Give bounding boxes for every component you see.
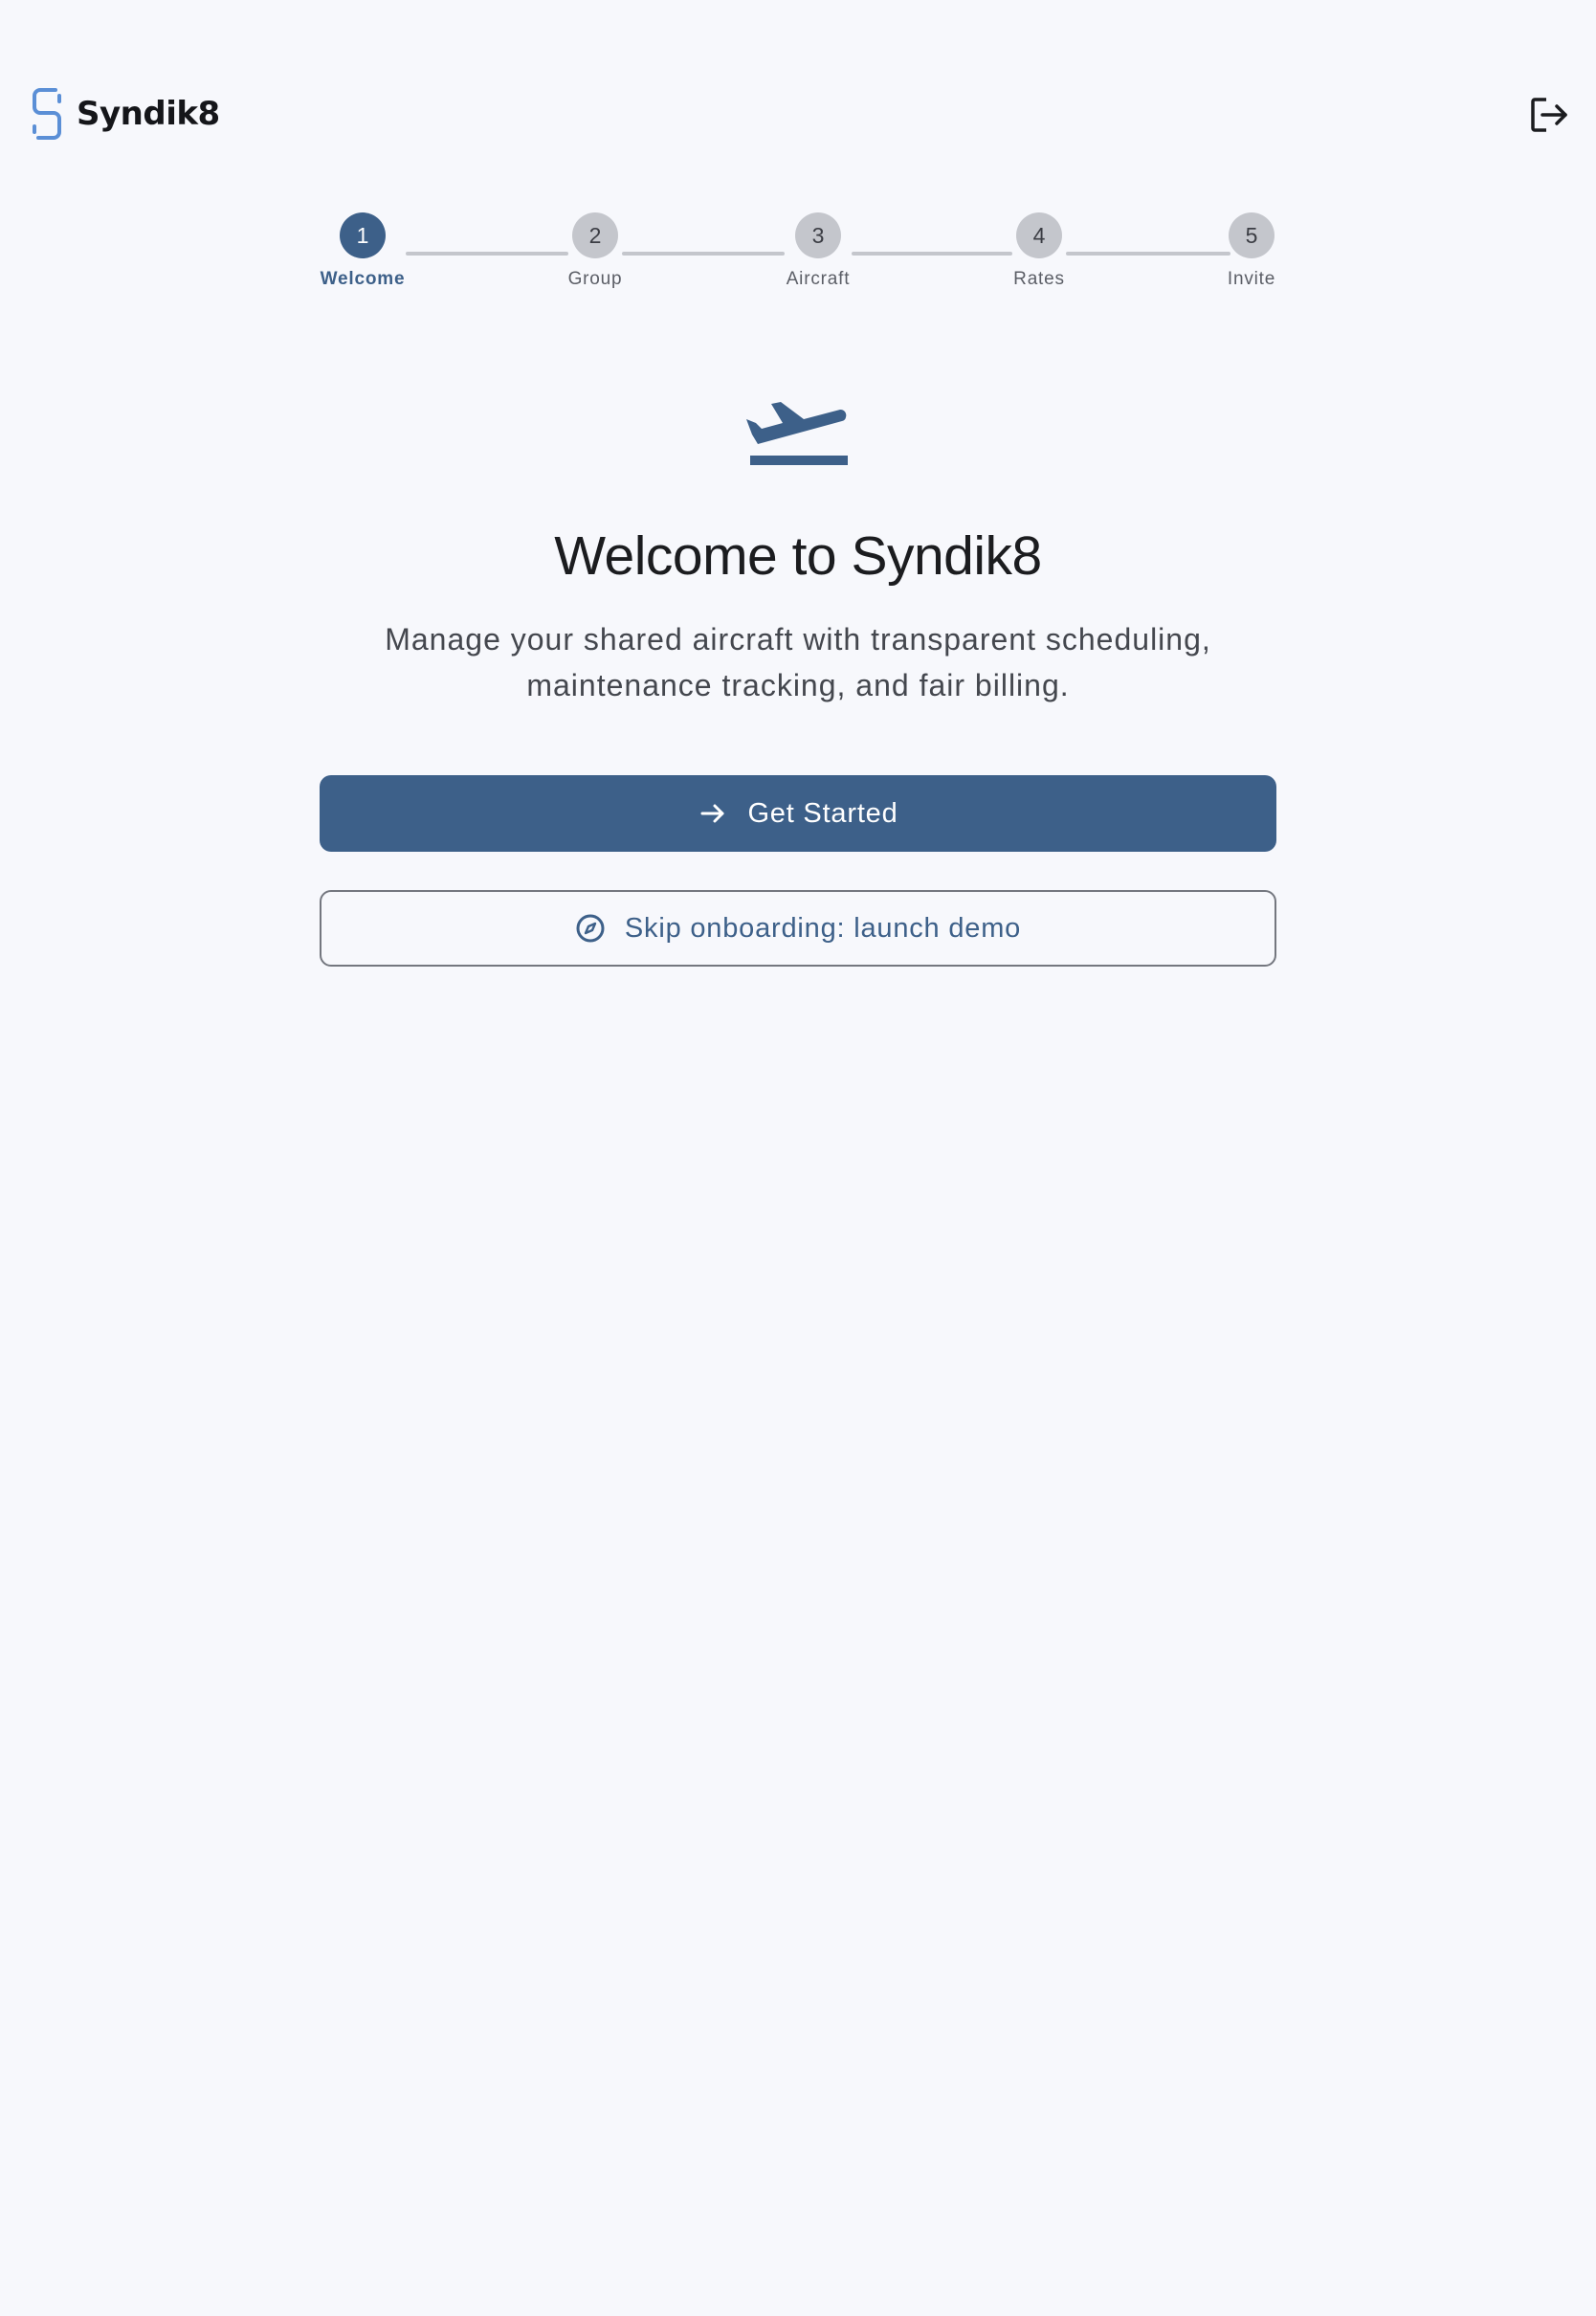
- get-started-button[interactable]: Get Started: [320, 775, 1276, 852]
- step-label: Aircraft: [786, 269, 851, 289]
- step-number: 3: [795, 212, 841, 258]
- step-label: Welcome: [320, 269, 406, 289]
- arrow-right-icon: [700, 804, 724, 823]
- step-label: Group: [567, 269, 623, 289]
- logout-button[interactable]: [1525, 92, 1571, 138]
- compass-icon: [576, 914, 605, 943]
- step-number: 1: [340, 212, 386, 258]
- brand-name: Syndik8: [77, 95, 220, 133]
- brand-logo[interactable]: Syndik8: [31, 86, 220, 142]
- logout-icon: [1531, 98, 1567, 132]
- step-label: Invite: [1227, 269, 1276, 289]
- step-group[interactable]: 2 Group: [538, 212, 653, 290]
- step-number: 5: [1229, 212, 1275, 258]
- page-title: Welcome to Syndik8: [554, 525, 1042, 587]
- syndik8-s-logo-icon: [33, 88, 61, 140]
- launch-demo-label: Skip onboarding: launch demo: [624, 912, 1022, 944]
- step-rates[interactable]: 4 Rates: [982, 212, 1097, 290]
- page-subtitle: Manage your shared aircraft with transpa…: [320, 616, 1276, 708]
- get-started-label: Get Started: [747, 797, 898, 829]
- subtitle-line: Manage your shared aircraft with transpa…: [385, 622, 1211, 657]
- step-invite[interactable]: 5 Invite: [1194, 212, 1309, 290]
- step-number: 4: [1016, 212, 1062, 258]
- step-number: 2: [572, 212, 618, 258]
- onboarding-stepper: 1 Welcome 2 Group 3 Aircraft 4 Rates 5 I…: [320, 212, 1276, 299]
- step-label: Rates: [1013, 269, 1065, 289]
- launch-demo-button[interactable]: Skip onboarding: launch demo: [320, 890, 1276, 967]
- step-welcome[interactable]: 1 Welcome: [305, 212, 420, 290]
- flight-takeoff-icon: [741, 364, 855, 469]
- subtitle-line: maintenance tracking, and fair billing.: [526, 668, 1070, 702]
- step-aircraft[interactable]: 3 Aircraft: [761, 212, 876, 290]
- app-header: Syndik8: [0, 0, 1596, 230]
